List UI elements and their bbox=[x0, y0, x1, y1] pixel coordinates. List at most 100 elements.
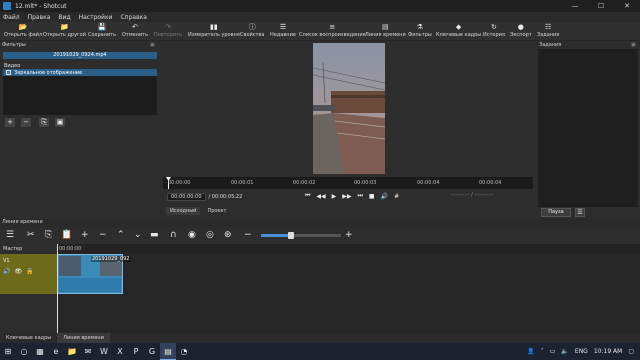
timeline-ruler[interactable]: 00:00:00 bbox=[57, 244, 640, 254]
menu-help[interactable]: Справка bbox=[120, 14, 146, 21]
track-name: V1 bbox=[3, 258, 10, 264]
timeline-panel-title: Линия времени bbox=[2, 219, 43, 225]
timeline-menu-icon[interactable]: ☰ bbox=[6, 229, 14, 241]
history-button[interactable]: ↻ История bbox=[483, 22, 505, 41]
timeline-tracks-area[interactable] bbox=[57, 254, 640, 333]
filter-clip-name: 20191029_0924.mp4 bbox=[3, 52, 157, 59]
open-file-button[interactable]: 📂 Открыть файл bbox=[4, 22, 42, 41]
remove-icon[interactable]: − bbox=[99, 229, 107, 241]
copy-filter-button[interactable]: ⎘ bbox=[39, 118, 49, 127]
menu-edit[interactable]: Правка bbox=[28, 14, 51, 21]
language-indicator[interactable]: ENG bbox=[575, 348, 588, 355]
remove-filter-button[interactable]: − bbox=[21, 118, 31, 127]
fast-forward-icon[interactable]: ▶▶ bbox=[342, 193, 351, 200]
paste-filter-button[interactable]: ▣ bbox=[55, 118, 65, 127]
chrome-icon[interactable]: G bbox=[144, 343, 160, 360]
playlist-button[interactable]: ≡ Список воспроизведения bbox=[299, 22, 366, 41]
tab-source[interactable]: Исходный bbox=[166, 207, 201, 215]
export-button[interactable]: ● Экспорт bbox=[510, 22, 532, 41]
stop-icon[interactable]: ■ bbox=[369, 193, 375, 200]
keyframes-icon: ◆ bbox=[455, 23, 462, 31]
properties-button[interactable]: ⓘ Свойства bbox=[240, 22, 264, 41]
start-icon[interactable]: ⊞ bbox=[0, 343, 16, 360]
task-view-icon[interactable]: ▦ bbox=[32, 343, 48, 360]
lift-icon[interactable]: ⌃ bbox=[117, 229, 125, 241]
position-timecode[interactable]: 00:00:00:00 bbox=[167, 192, 206, 201]
close-button[interactable]: ✕ bbox=[614, 0, 640, 12]
grid-icon[interactable]: # bbox=[394, 193, 399, 200]
paste-icon[interactable]: 📋 bbox=[61, 229, 72, 241]
edge-icon[interactable]: e bbox=[48, 343, 64, 360]
volume-tray-icon[interactable]: 🔈 bbox=[561, 348, 568, 355]
panel-float-icon[interactable]: ▣ bbox=[631, 42, 636, 48]
file-explorer-icon[interactable]: 📁 bbox=[64, 343, 80, 360]
filter-enable-checkbox[interactable]: ✓ bbox=[6, 70, 11, 75]
hide-icon[interactable]: 👁 bbox=[14, 268, 22, 275]
open-other-button[interactable]: 📁 Открыть другой bbox=[43, 22, 86, 41]
player-scrubber[interactable]: 00:00:00 00:00:01 00:00:02 00:00:03 00:0… bbox=[163, 177, 533, 189]
undo-button[interactable]: ↶ Отменить bbox=[122, 22, 148, 41]
save-button[interactable]: 💾 Сохранить bbox=[88, 22, 116, 41]
clock[interactable]: 10:19 AM bbox=[594, 348, 622, 355]
shotcut-app-icon bbox=[3, 2, 11, 10]
duration-timecode: / 00:00:05:22 bbox=[208, 193, 243, 200]
keyframes-button[interactable]: ◆ Ключевые кадры bbox=[436, 22, 481, 41]
overwrite-icon[interactable]: ⌄ bbox=[134, 229, 142, 241]
menu-settings[interactable]: Настройки bbox=[79, 14, 113, 21]
zoom-slider-handle[interactable] bbox=[288, 232, 294, 239]
zoom-out-icon[interactable]: − bbox=[244, 229, 252, 241]
timeline-button[interactable]: ▤ Линия времени bbox=[365, 22, 406, 41]
scrub-icon[interactable]: ◉ bbox=[188, 229, 196, 241]
powerpoint-icon[interactable]: P bbox=[128, 343, 144, 360]
excel-icon[interactable]: X bbox=[112, 343, 128, 360]
copy-icon[interactable]: ⎘ bbox=[45, 229, 52, 241]
recent-button[interactable]: ☰ Недавние bbox=[270, 22, 296, 41]
jobs-button[interactable]: ☷ Задания bbox=[537, 22, 559, 41]
level-meter-icon: ▮▮ bbox=[210, 23, 218, 31]
redo-button[interactable]: ↷ Повторить bbox=[154, 22, 182, 41]
mute-icon[interactable]: 🔊 bbox=[3, 268, 10, 275]
snap-icon[interactable]: ∩ bbox=[170, 229, 177, 241]
tab-timeline[interactable]: Линия времени bbox=[57, 333, 110, 343]
level-meter-button[interactable]: ▮▮ Измеритель уровня bbox=[188, 22, 240, 41]
tab-project[interactable]: Проект bbox=[203, 207, 230, 215]
filters-button[interactable]: ⚗ Фильтры bbox=[408, 22, 432, 41]
track-header-v1[interactable]: V1 🔊 👁 🔒 bbox=[0, 254, 57, 294]
jobs-menu-button[interactable]: ☰ bbox=[575, 208, 585, 217]
recent-icon: ☰ bbox=[279, 23, 287, 31]
timeline-clip[interactable]: 20191029_092 bbox=[57, 254, 131, 294]
shotcut-taskbar-icon[interactable]: ▤ bbox=[160, 343, 176, 360]
chevron-up-icon[interactable]: ˄ bbox=[541, 348, 544, 355]
volume-icon[interactable]: 🔊 bbox=[381, 193, 388, 200]
zoom-in-icon[interactable]: + bbox=[345, 229, 353, 241]
cortana-icon[interactable]: ○ bbox=[16, 343, 32, 360]
pause-button[interactable]: Пауза bbox=[541, 208, 571, 217]
menu-file[interactable]: Файл bbox=[3, 14, 20, 21]
network-icon[interactable]: ▭ bbox=[550, 348, 556, 355]
ruler-tick: 00:00:01 bbox=[231, 180, 254, 186]
rewind-icon[interactable]: ◀◀ bbox=[316, 193, 325, 200]
skip-next-icon[interactable]: ⏭ bbox=[358, 192, 363, 200]
clock-app-icon[interactable]: ◔ bbox=[176, 343, 192, 360]
lock-icon[interactable]: 🔒 bbox=[26, 268, 33, 275]
mail-icon[interactable]: ✉ bbox=[80, 343, 96, 360]
panel-float-icon[interactable]: ▣ bbox=[150, 42, 155, 48]
timeline-playhead[interactable] bbox=[57, 244, 58, 334]
zoom-slider[interactable] bbox=[261, 232, 341, 239]
filter-row-mirror[interactable]: ✓ Зеркальное отображение bbox=[3, 69, 157, 76]
notifications-icon[interactable]: ▢ bbox=[628, 348, 634, 355]
minimize-button[interactable]: — bbox=[562, 0, 588, 12]
play-icon[interactable]: ▶ bbox=[332, 193, 337, 200]
split-icon[interactable]: ▬ bbox=[150, 229, 159, 241]
tab-keyframes[interactable]: Ключевые кадры bbox=[0, 333, 57, 343]
append-icon[interactable]: + bbox=[81, 229, 89, 241]
maximize-button[interactable]: ☐ bbox=[588, 0, 614, 12]
add-filter-button[interactable]: + bbox=[5, 118, 15, 127]
menu-view[interactable]: Вид bbox=[58, 14, 70, 21]
people-icon[interactable]: 👤 bbox=[527, 348, 534, 355]
cut-icon[interactable]: ✂ bbox=[27, 229, 35, 241]
skip-previous-icon[interactable]: ⏮ bbox=[305, 192, 310, 200]
word-icon[interactable]: W bbox=[96, 343, 112, 360]
ripple-icon[interactable]: ◎ bbox=[206, 229, 214, 241]
ripple-all-icon[interactable]: ⊛ bbox=[224, 229, 232, 241]
